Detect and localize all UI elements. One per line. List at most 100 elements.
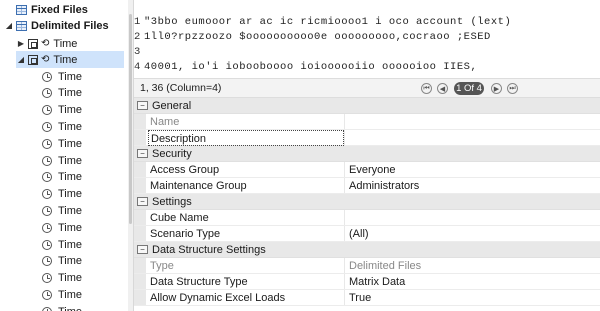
tree-item-label: Time (58, 238, 83, 251)
tree-item-time-member[interactable]: Time (42, 253, 82, 270)
line-number: 2 (134, 31, 141, 43)
table-icon (16, 20, 27, 31)
tree-item-time-member[interactable]: Time (42, 186, 82, 203)
property-row-allow-dynamic-excel-loads[interactable]: Allow Dynamic Excel Loads True (134, 290, 600, 306)
last-page-button[interactable]: ⏭ (507, 83, 518, 94)
property-row-data-structure-type[interactable]: Data Structure Type Matrix Data (134, 274, 600, 290)
property-row-name[interactable]: Name (134, 114, 600, 130)
tree-item-label: Time (58, 171, 83, 184)
first-page-button[interactable]: ⏮ (421, 83, 432, 94)
property-row-cube-name[interactable]: Cube Name (134, 210, 600, 226)
property-row-access-group[interactable]: Access Group Everyone (134, 162, 600, 178)
property-value-data-structure-type[interactable]: Matrix Data (347, 274, 600, 290)
grid-line: 1 "3bbo eumooor ar ac ic ricmioooo1 i oc… (134, 16, 600, 31)
property-value-scenario-type[interactable]: (All) (347, 226, 600, 242)
property-grid: − General Name Description − Security Ac… (134, 98, 600, 306)
tree-item-time-collapsed[interactable]: ▶ ⟲ Time (16, 35, 78, 52)
category-settings[interactable]: − Settings (134, 194, 600, 210)
property-value-cube-name[interactable] (347, 210, 600, 226)
line-number: 4 (134, 61, 141, 73)
file-preview-grid[interactable]: 1 "3bbo eumooor ar ac ic ricmioooo1 i oc… (134, 0, 600, 78)
page-indicator: 1 Of 4 (454, 82, 484, 95)
tree-item-time-member[interactable]: Time (42, 169, 82, 186)
tree-item-time-member[interactable]: Time (42, 152, 82, 169)
property-name: Maintenance Group (150, 179, 247, 192)
collapse-icon[interactable]: − (137, 245, 148, 254)
next-page-button[interactable]: ▶ (491, 83, 502, 94)
record-navigation-bar: 1, 36 (Column=4) ⏮ ◀ 1 Of 4 ▶ ⏭ (134, 78, 600, 98)
tree-item-time-member[interactable]: Time (42, 303, 82, 311)
property-value-description[interactable] (347, 130, 600, 146)
property-value-type: Delimited Files (349, 259, 422, 272)
property-name: Access Group (150, 163, 220, 176)
property-name: Allow Dynamic Excel Loads (150, 291, 286, 304)
property-value-allow-dynamic-excel-loads[interactable]: True (347, 290, 600, 306)
clock-icon (42, 105, 52, 116)
grid-line: 3 (134, 46, 600, 61)
collapse-icon[interactable]: − (137, 197, 148, 206)
line-number: 3 (134, 46, 141, 58)
property-row-type[interactable]: Type Delimited Files (134, 258, 600, 274)
clock-icon (42, 88, 52, 99)
clock-icon (42, 239, 52, 250)
clock-icon (42, 289, 52, 300)
tree-item-time-member[interactable]: Time (42, 202, 82, 219)
tree-item-time-member[interactable]: Time (42, 236, 82, 253)
tree-item-time-member[interactable]: Time (42, 118, 82, 135)
category-security[interactable]: − Security (134, 146, 600, 162)
cursor-position: 1, 36 (Column=4) (140, 82, 222, 94)
tree-item-time-member[interactable]: Time (42, 68, 82, 85)
tree-item-delimited-files[interactable]: ◢ Delimited Files (4, 17, 109, 34)
category-label: Data Structure Settings (152, 243, 266, 256)
cycle-icon: ⟲ (41, 54, 50, 65)
tree-item-label: Time (58, 272, 83, 285)
clock-icon (42, 172, 52, 183)
dimension-icon (28, 54, 38, 65)
cycle-icon: ⟲ (41, 38, 50, 49)
clock-icon (42, 121, 52, 132)
tree-item-label: Time (58, 104, 83, 117)
property-name: Description (148, 129, 344, 146)
category-general[interactable]: − General (134, 98, 600, 114)
category-data-structure-settings[interactable]: − Data Structure Settings (134, 242, 600, 258)
scrollbar-thumb[interactable] (129, 14, 132, 224)
tree-item-time-member[interactable]: Time (42, 85, 82, 102)
tree-item-time-expanded[interactable]: ◢ ⟲ Time (16, 51, 124, 68)
tree-item-time-member[interactable]: Time (42, 270, 82, 287)
property-row-description[interactable]: Description (134, 129, 600, 146)
tree-item-time-member[interactable]: Time (42, 219, 82, 236)
expand-arrow-icon[interactable]: ▶ (16, 39, 26, 48)
property-value-access-group[interactable]: Everyone (347, 162, 600, 178)
collapse-icon[interactable]: − (137, 149, 148, 158)
property-value-name[interactable] (347, 114, 600, 130)
property-value-maintenance-group[interactable]: Administrators (347, 178, 600, 194)
tree-item-label: Time (53, 53, 78, 66)
tree-item-time-member[interactable]: Time (42, 135, 82, 152)
clock-icon (42, 256, 52, 267)
collapse-arrow-icon[interactable]: ◢ (4, 21, 14, 30)
tree-item-time-member[interactable]: Time (42, 102, 82, 119)
prev-page-button[interactable]: ◀ (437, 83, 448, 94)
tree-item-fixed-files[interactable]: Fixed Files (16, 1, 88, 18)
clock-icon (42, 189, 52, 200)
property-name: Scenario Type (150, 227, 221, 240)
tree-item-label: Delimited Files (31, 19, 109, 32)
property-row-maintenance-group[interactable]: Maintenance Group Administrators (134, 178, 600, 194)
tree-item-label: Time (58, 188, 83, 201)
property-row-scenario-type[interactable]: Scenario Type (All) (134, 226, 600, 242)
category-label: General (152, 99, 192, 112)
property-name: Type (150, 259, 174, 272)
tree-item-time-member[interactable]: Time (42, 286, 82, 303)
clock-icon (42, 306, 52, 311)
file-tree: Fixed Files ◢ Delimited Files ▶ ⟲ Time ◢… (0, 0, 128, 311)
clock-icon (42, 222, 52, 233)
tree-item-label: Time (58, 204, 83, 217)
collapse-arrow-icon[interactable]: ◢ (16, 55, 26, 64)
grid-line: 2 1ll0?rpzzoozo $oooooooooo0e ooooooooo,… (134, 31, 600, 46)
property-name: Name (150, 115, 180, 128)
line-number: 1 (134, 16, 141, 28)
clock-icon (42, 138, 52, 149)
line-text: 1ll0?rpzzoozo $oooooooooo0e ooooooooo,co… (144, 31, 491, 43)
collapse-icon[interactable]: − (137, 101, 148, 110)
dimension-icon (28, 38, 38, 49)
